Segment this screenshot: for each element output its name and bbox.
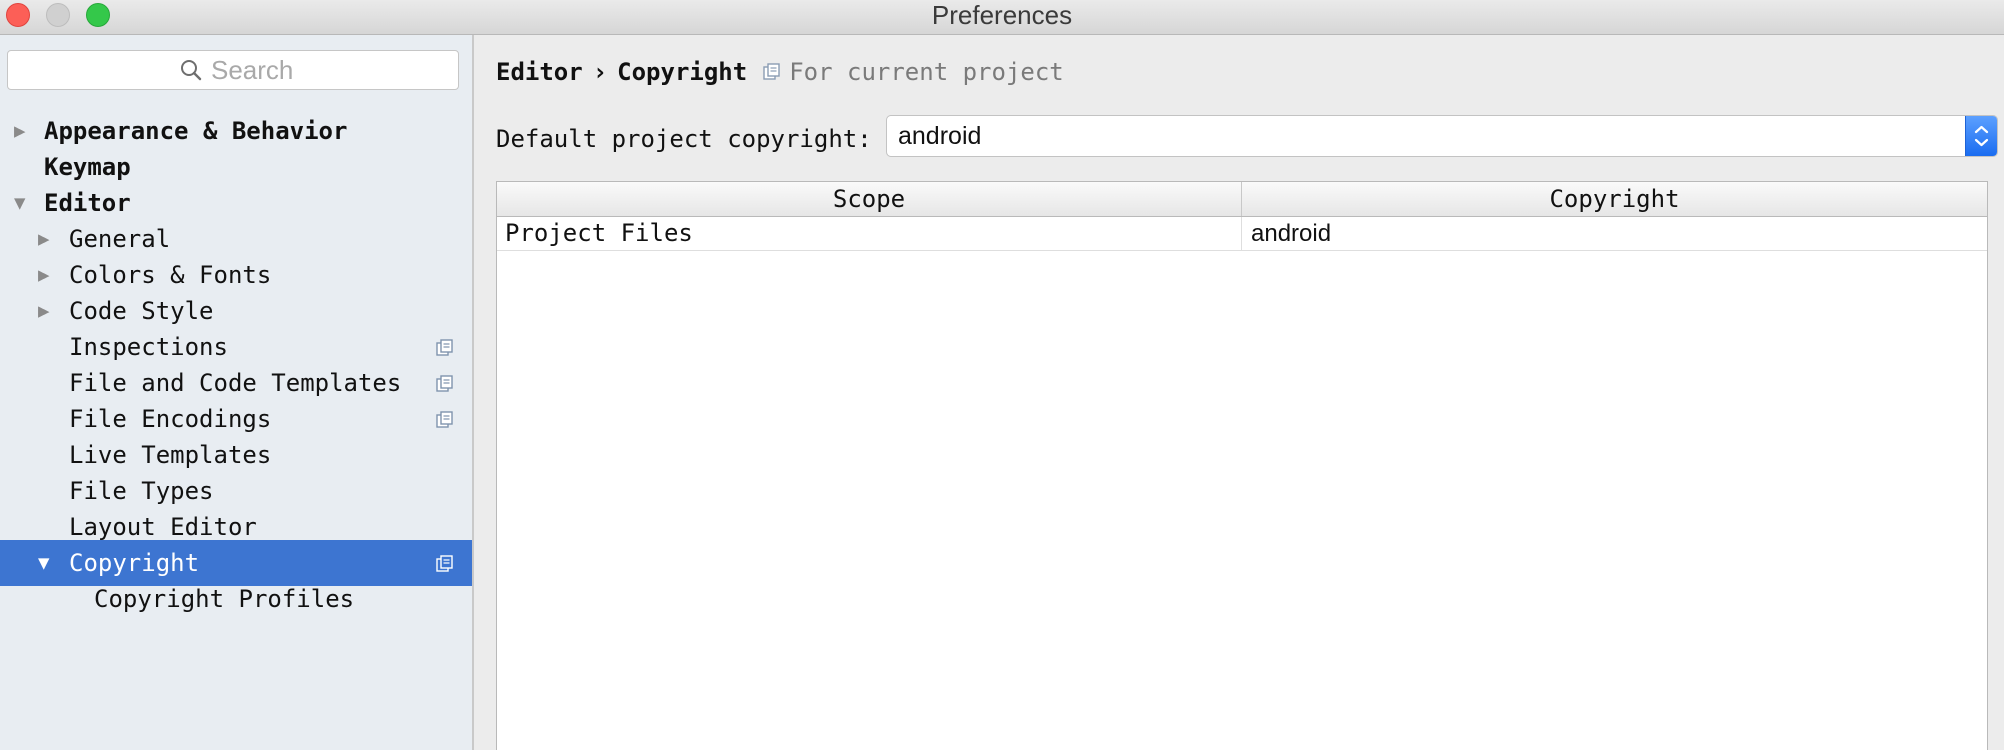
sidebar-item-label: Copyright Profiles [94,585,355,613]
search-input[interactable] [211,54,451,86]
settings-sidebar: ▶Appearance & BehaviorKeymap▼Editor▶Gene… [0,35,474,750]
search-icon [181,60,202,81]
window-title: Preferences [931,0,1073,30]
search-box[interactable] [7,50,459,90]
preferences-window: Preferences ▶Appearance & BehaviorKeymap… [0,0,2004,750]
default-copyright-value: android [898,122,982,150]
copy-icon [436,375,453,392]
breadcrumb-separator: › [592,58,608,86]
title-bar: Preferences [0,0,2004,35]
table-row[interactable]: Project Files android [497,217,1987,251]
select-stepper[interactable] [1965,116,1997,156]
breadcrumb-item-copyright: Copyright [617,58,748,86]
breadcrumb: Editor › Copyright For current project [496,53,1064,89]
breadcrumb-item-editor[interactable]: Editor [496,58,583,86]
table-cell-scope: Project Files [505,219,693,247]
copy-icon [436,411,453,428]
copy-icon [763,63,780,80]
sidebar-item-copyright-profiles[interactable]: Copyright Profiles [0,576,472,622]
copy-icon [436,555,453,572]
table-cell-copyright: android [1251,220,1332,247]
column-divider [1241,217,1242,250]
column-header-scope[interactable]: Scope [497,182,1242,216]
column-header-copyright[interactable]: Copyright [1242,182,1987,216]
scope-copyright-table: Scope Copyright Project Files android [496,181,1988,750]
default-copyright-select[interactable]: android [886,115,1998,157]
table-header: Scope Copyright [497,182,1987,217]
chevron-up-down-icon [1974,125,1989,147]
copy-icon [436,339,453,356]
scope-note: For current project [789,58,1064,86]
default-copyright-label: Default project copyright: [496,125,872,153]
settings-content: Editor › Copyright For current project Def… [474,35,2004,750]
